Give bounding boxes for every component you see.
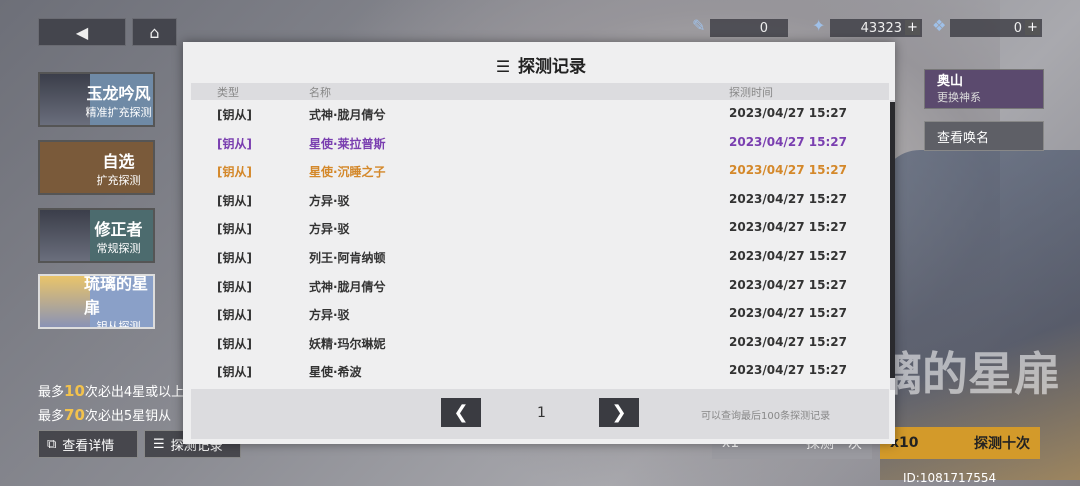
record-type: [钥从] bbox=[217, 222, 252, 237]
banner-glass-starfan[interactable]: 琉璃的星扉 钥从探测 bbox=[38, 274, 155, 329]
banner-title: 修正者 bbox=[94, 219, 143, 239]
resource-star-value: 43323 bbox=[860, 20, 902, 36]
record-row: [钥从] 星使·沉睡之子 2023/04/27 15:27 bbox=[191, 157, 881, 185]
add-star-button[interactable]: + bbox=[905, 20, 920, 35]
record-row: [钥从] 星使·莱拉普斯 2023/04/27 15:27 bbox=[191, 129, 881, 157]
record-name: 方异·驳 bbox=[309, 222, 350, 237]
record-row: [钥从] 式神·胧月倩兮 2023/04/27 15:27 bbox=[191, 272, 881, 300]
banner-custom[interactable]: 自选 扩充探测 bbox=[38, 140, 155, 195]
record-name: 妖精·玛尔琳妮 bbox=[309, 336, 386, 351]
banner-jade-dragon[interactable]: 玉龙吟风 精准扩充探测 bbox=[38, 72, 155, 127]
record-name: 式神·胧月倩兮 bbox=[309, 279, 386, 294]
record-time: 2023/04/27 15:27 bbox=[729, 277, 847, 292]
banner-subtitle: 扩充探测 bbox=[96, 173, 141, 187]
banner-title: 自选 bbox=[102, 151, 135, 171]
record-time: 2023/04/27 15:27 bbox=[729, 191, 847, 206]
record-row: [钥从] 方异·驳 2023/04/27 15:27 bbox=[191, 186, 881, 214]
record-name: 星使·沉睡之子 bbox=[309, 165, 386, 180]
record-type: [钥从] bbox=[217, 336, 252, 351]
record-type: [钥从] bbox=[217, 108, 252, 122]
page-number: 1 bbox=[537, 405, 546, 421]
scrollbar-thumb[interactable] bbox=[890, 102, 895, 378]
banner-portrait bbox=[40, 210, 90, 261]
view-details-button[interactable]: ⧉ 查看详情 bbox=[38, 430, 138, 458]
header-time: 探测时间 bbox=[729, 86, 773, 99]
add-crystal-button[interactable]: + bbox=[1025, 20, 1040, 35]
player-id: ID:1081717554 bbox=[903, 471, 997, 485]
record-row: [钥从] 式神·胧月倩兮 2023/04/27 15:27 bbox=[191, 100, 881, 128]
pagination-bar: ❮ 1 ❯ 可以查询最后100条探测记录 bbox=[191, 389, 889, 439]
records-modal: ☰ 探测记录 类型 名称 探测时间 [钥从] 式神·胧月倩兮 2023/04/27 1… bbox=[183, 42, 895, 444]
resource-crystal-value: 0 bbox=[1013, 20, 1022, 36]
record-time: 2023/04/27 15:27 bbox=[729, 220, 847, 235]
chevron-left-icon: ❮ bbox=[453, 402, 469, 423]
record-time: 2023/04/27 15:27 bbox=[729, 163, 847, 178]
search-list-icon: ☰ bbox=[495, 57, 511, 76]
limit-note: 可以查询最后100条探测记录 bbox=[701, 411, 831, 422]
pity-line-2: 最多70次必出5星钥从 bbox=[38, 406, 172, 424]
resource-key: ✎ 0 bbox=[692, 16, 788, 37]
arrow-left-icon: ◀ bbox=[75, 22, 89, 42]
record-type: [钥从] bbox=[217, 365, 252, 380]
record-time: 2023/04/27 15:27 bbox=[729, 134, 847, 149]
record-row: [钥从] 方异·驳 2023/04/27 15:27 bbox=[191, 214, 881, 242]
pull-ten-button[interactable]: x10 探测十次 bbox=[880, 427, 1040, 459]
resource-key-value: 0 bbox=[759, 20, 768, 36]
banner-subtitle: 精准扩充探测 bbox=[85, 105, 152, 119]
key-icon: ✎ bbox=[692, 16, 706, 35]
home-icon: ⌂ bbox=[149, 22, 160, 42]
home-button[interactable]: ⌂ bbox=[132, 18, 177, 46]
record-time: 2023/04/27 15:27 bbox=[729, 334, 847, 349]
record-type: [钥从] bbox=[217, 136, 252, 151]
record-name: 式神·胧月倩兮 bbox=[309, 108, 386, 122]
record-time: 2023/04/27 15:27 bbox=[729, 363, 847, 378]
record-type: [钥从] bbox=[217, 279, 252, 294]
record-type: [钥从] bbox=[217, 308, 252, 323]
resource-star: ✦ 43323 + bbox=[812, 16, 922, 37]
header-name: 名称 bbox=[309, 86, 331, 99]
banner-portrait bbox=[40, 142, 90, 193]
pull10-label: 探测十次 bbox=[974, 436, 1030, 452]
record-name: 方异·驳 bbox=[309, 308, 350, 323]
resource-crystal: ❖ 0 + bbox=[932, 16, 1042, 37]
next-page-button[interactable]: ❯ bbox=[599, 398, 639, 427]
prev-page-button[interactable]: ❮ bbox=[441, 398, 481, 427]
records-header: 类型 名称 探测时间 bbox=[191, 83, 889, 100]
details-icon: ⧉ bbox=[47, 436, 57, 452]
record-row: [钥从] 方异·驳 2023/04/27 15:27 bbox=[191, 300, 881, 328]
banner-subtitle: 钥从探测 bbox=[96, 319, 141, 329]
crystal-icon: ❖ bbox=[932, 16, 947, 35]
star-crystal-icon: ✦ bbox=[812, 16, 826, 35]
back-button[interactable]: ◀ bbox=[38, 18, 126, 46]
banner-portrait bbox=[40, 74, 90, 125]
header-type: 类型 bbox=[217, 86, 239, 99]
record-name: 星使·莱拉普斯 bbox=[309, 136, 386, 151]
record-name: 方异·驳 bbox=[309, 193, 350, 208]
record-row: [钥从] 妖精·玛尔琳妮 2023/04/27 15:27 bbox=[191, 329, 881, 357]
modal-title: ☰ 探测记录 bbox=[183, 52, 895, 77]
banner-portrait bbox=[40, 276, 90, 327]
change-god-button[interactable]: 奥山 更换神系 bbox=[924, 69, 1044, 109]
record-type: [钥从] bbox=[217, 193, 252, 208]
record-time: 2023/04/27 15:27 bbox=[729, 249, 847, 263]
list-icon: ☰ bbox=[153, 436, 165, 452]
record-name: 列王·阿肯纳顿 bbox=[309, 251, 386, 265]
view-summon-button[interactable]: 查看唤名 bbox=[924, 121, 1044, 151]
record-time: 2023/04/27 15:27 bbox=[729, 106, 847, 120]
banner-title: 琉璃的星扉 bbox=[84, 274, 149, 317]
record-time: 2023/04/27 15:27 bbox=[729, 306, 847, 321]
record-row: [钥从] 列王·阿肯纳顿 2023/04/27 15:27 bbox=[191, 243, 881, 271]
record-name: 星使·希波 bbox=[309, 365, 362, 380]
record-type: [钥从] bbox=[217, 251, 252, 265]
chevron-right-icon: ❯ bbox=[611, 402, 627, 423]
god-name: 奥山 bbox=[937, 74, 964, 89]
records-list[interactable]: [钥从] 式神·胧月倩兮 2023/04/27 15:27 [钥从] 星使·莱拉普斯 20… bbox=[191, 100, 889, 390]
banner-subtitle: 常规探测 bbox=[96, 241, 141, 255]
record-type: [钥从] bbox=[217, 165, 252, 180]
banner-title: 玉龙吟风 bbox=[86, 83, 151, 103]
banner-corrector[interactable]: 修正者 常规探测 bbox=[38, 208, 155, 263]
record-row: [钥从] 星使·希波 2023/04/27 15:27 bbox=[191, 357, 881, 385]
god-sub: 更换神系 bbox=[937, 91, 981, 104]
